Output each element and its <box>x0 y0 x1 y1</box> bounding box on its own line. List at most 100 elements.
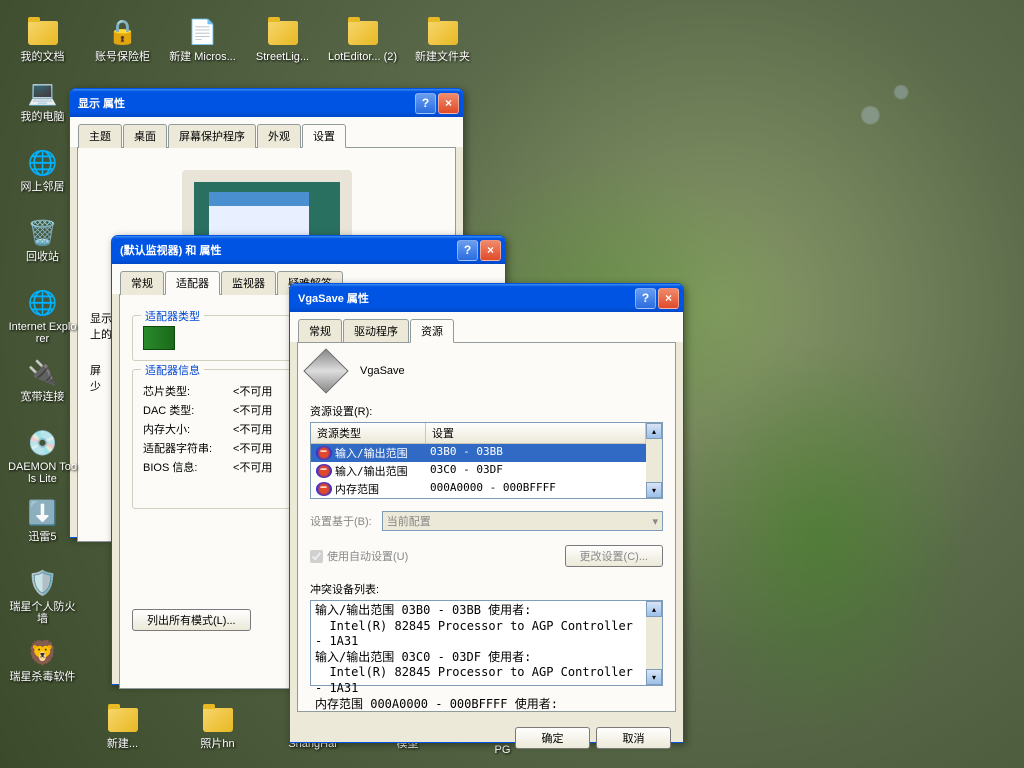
icon-label: 回收站 <box>26 251 59 263</box>
desktop-icon[interactable]: 🔌宽带连接 <box>5 355 80 405</box>
setting-based-label: 设置基于(B): <box>310 513 372 529</box>
adapter-chip-icon <box>143 326 175 350</box>
info-label: 适配器字符串: <box>143 440 233 456</box>
tab-屏幕保护程序[interactable]: 屏幕保护程序 <box>168 124 256 148</box>
list-modes-button[interactable]: 列出所有模式(L)... <box>132 609 251 631</box>
titlebar[interactable]: (默认监视器) 和 属性 ? × <box>112 236 505 264</box>
icon-glyph: 🛡️ <box>27 567 59 599</box>
icon-glyph: 🦁 <box>27 637 59 669</box>
icon-glyph <box>427 17 459 49</box>
conflict-label: 冲突设备列表: <box>310 581 663 597</box>
desktop-icon[interactable]: 我的文档 <box>5 5 80 75</box>
icon-glyph: 🔒 <box>107 17 139 49</box>
icon-glyph: 🌐 <box>27 147 59 179</box>
help-button[interactable]: ? <box>457 240 478 261</box>
desktop-icon[interactable]: 🔒 账号保险柜 <box>85 5 160 75</box>
icon-glyph: 💿 <box>27 427 59 459</box>
icon-label: DAEMON Tools Lite <box>7 461 78 485</box>
icon-label: 新建... <box>107 738 138 750</box>
icon-label: Internet Explorer <box>7 321 78 345</box>
info-value: <不可用 <box>233 440 272 456</box>
conflict-text: 输入/输出范围 03B0 - 03BB 使用者: Intel(R) 82845 … <box>311 601 646 685</box>
close-button[interactable]: × <box>658 288 679 309</box>
col-setting[interactable]: 设置 <box>426 423 646 443</box>
icon-glyph: 🗑️ <box>27 217 59 249</box>
scrollbar[interactable]: ▴ ▾ <box>646 601 662 685</box>
desktop-icon[interactable]: 新建... <box>85 696 160 758</box>
tab-content: VgaSave 资源设置(R): 资源类型 设置 输入/输出范围03B0 - 0… <box>297 342 676 712</box>
scrollbar[interactable]: ▴ ▾ <box>646 423 662 498</box>
tab-适配器[interactable]: 适配器 <box>165 271 220 295</box>
close-button[interactable]: × <box>480 240 501 261</box>
desktop-icon[interactable]: 🌐 网上邻居 <box>5 145 80 195</box>
vgasave-properties-window: VgaSave 属性 ? × 常规驱动程序资源 VgaSave 资源设置(R):… <box>289 283 684 743</box>
scroll-up-button[interactable]: ▴ <box>646 601 662 617</box>
help-button[interactable]: ? <box>415 93 436 114</box>
icon-label: 我的电脑 <box>21 111 65 123</box>
col-type[interactable]: 资源类型 <box>311 423 426 443</box>
icon-glyph: ⬇️ <box>27 497 59 529</box>
group-title: 适配器信息 <box>141 362 204 378</box>
resource-setting: 03C0 - 03DF <box>430 463 503 479</box>
resource-row[interactable]: 输入/输出范围03C0 - 03DF <box>311 462 646 480</box>
desktop-icon[interactable]: StreetLig... <box>245 5 320 75</box>
tab-strip: 主题桌面屏幕保护程序外观设置 <box>70 117 463 147</box>
tab-常规[interactable]: 常规 <box>120 271 164 295</box>
titlebar[interactable]: VgaSave 属性 ? × <box>290 284 683 312</box>
info-label: BIOS 信息: <box>143 459 233 475</box>
icon-label: 网上邻居 <box>21 181 65 193</box>
resource-listview[interactable]: 资源类型 设置 输入/输出范围03B0 - 03BB输入/输出范围03C0 - … <box>310 422 663 499</box>
close-button[interactable]: × <box>438 93 459 114</box>
tab-设置[interactable]: 设置 <box>302 124 346 148</box>
desktop-icon[interactable]: 🗑️ 回收站 <box>5 215 80 265</box>
tab-资源[interactable]: 资源 <box>410 319 454 343</box>
titlebar[interactable]: 显示 属性 ? × <box>70 89 463 117</box>
resource-settings-label: 资源设置(R): <box>310 403 663 419</box>
desktop-icon[interactable]: ⬇️ 迅雷5 <box>5 495 80 545</box>
desktop-icon[interactable]: 新建文件夹 <box>405 5 480 75</box>
resource-type: 输入/输出范围 <box>335 445 430 461</box>
resource-row[interactable]: 输入/输出范围03B0 - 03BB <box>311 444 646 462</box>
desktop-icon[interactable]: 🌐Internet Explorer <box>5 285 80 347</box>
tab-监视器[interactable]: 监视器 <box>221 271 276 295</box>
scroll-up-button[interactable]: ▴ <box>646 423 662 439</box>
icon-label: 新建文件夹 <box>415 51 470 63</box>
ok-button[interactable]: 确定 <box>515 727 590 749</box>
tab-常规[interactable]: 常规 <box>298 319 342 343</box>
info-label: 芯片类型: <box>143 383 233 399</box>
desktop-icon[interactable]: 🦁瑞星杀毒软件 <box>5 635 80 685</box>
icon-glyph: 💻 <box>27 77 59 109</box>
cancel-button[interactable]: 取消 <box>596 727 671 749</box>
resource-setting: 000A0000 - 000BFFFF <box>430 481 556 497</box>
resource-icon <box>316 464 332 478</box>
desktop-icons-grid: 我的文档 🔒 账号保险柜 📄新建 Micros...StreetLig...LotEd… <box>5 5 560 75</box>
folder-icon <box>202 704 234 736</box>
icon-label: 账号保险柜 <box>95 51 150 63</box>
resource-icon <box>316 446 332 460</box>
desktop-icon[interactable]: 照片hn <box>180 696 255 758</box>
tab-驱动程序[interactable]: 驱动程序 <box>343 319 409 343</box>
desktop-icon[interactable]: 💻 我的电脑 <box>5 75 80 125</box>
group-title: 适配器类型 <box>141 308 204 324</box>
tab-外观[interactable]: 外观 <box>257 124 301 148</box>
tab-主题[interactable]: 主题 <box>78 124 122 148</box>
tab-桌面[interactable]: 桌面 <box>123 124 167 148</box>
change-setting-button: 更改设置(C)... <box>565 545 663 567</box>
icon-label: 迅雷5 <box>28 531 56 543</box>
conflict-list[interactable]: 输入/输出范围 03B0 - 03BB 使用者: Intel(R) 82845 … <box>310 600 663 686</box>
resource-row[interactable]: 内存范围000A0000 - 000BFFFF <box>311 480 646 498</box>
desktop-icon[interactable]: 🛡️瑞星个人防火墙 <box>5 565 80 627</box>
scroll-down-button[interactable]: ▾ <box>646 669 662 685</box>
desktop-icon[interactable]: 📄新建 Micros... <box>165 5 240 75</box>
desktop-icon[interactable]: 💿DAEMON Tools Lite <box>5 425 80 487</box>
window-title: VgaSave 属性 <box>294 290 635 306</box>
scroll-down-button[interactable]: ▾ <box>646 482 662 498</box>
icon-label: 新建 Micros... <box>169 51 236 63</box>
info-value: <不可用 <box>233 421 272 437</box>
help-button[interactable]: ? <box>635 288 656 309</box>
checkbox-input <box>310 550 323 563</box>
tab-strip: 常规驱动程序资源 <box>290 312 683 342</box>
desktop-icon[interactable]: LotEditor... (2) <box>325 5 400 75</box>
icon-glyph <box>267 17 299 49</box>
icon-glyph <box>27 17 59 49</box>
